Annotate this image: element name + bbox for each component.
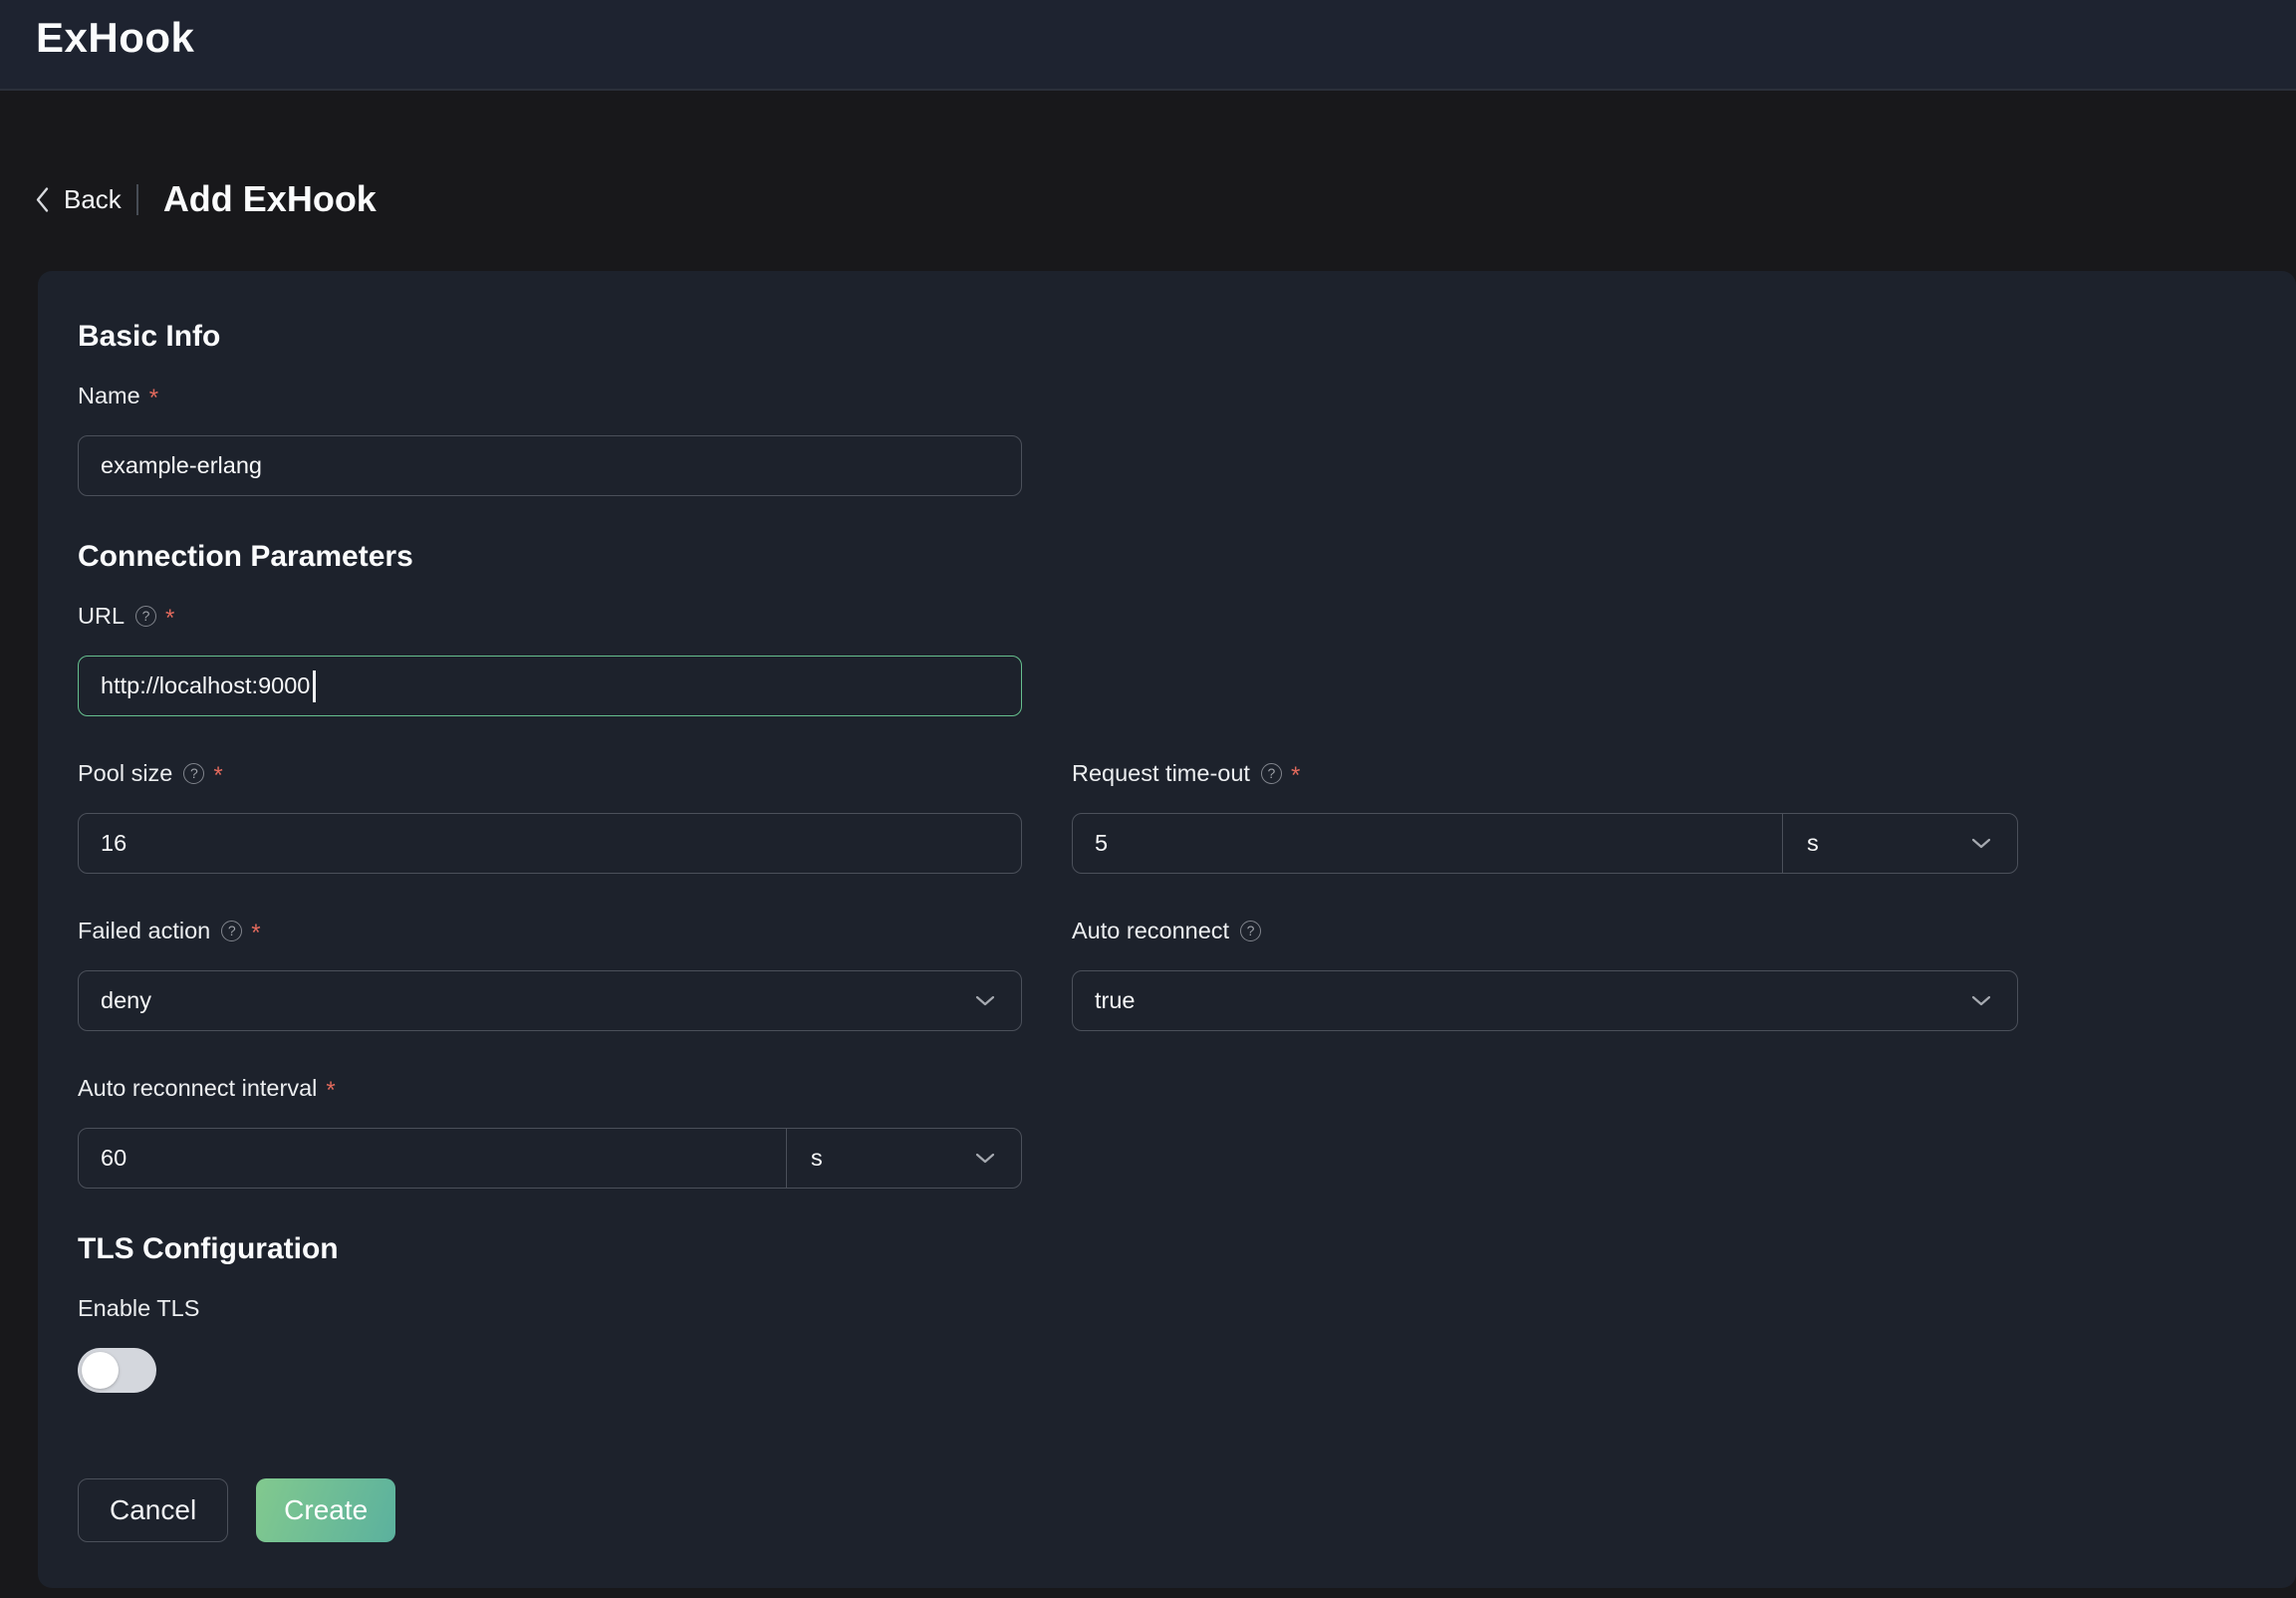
form-title: Add ExHook [163, 178, 377, 220]
help-glyph: ? [1268, 766, 1276, 780]
section-connection-parameters: Connection Parameters [78, 539, 2256, 574]
request-timeout-input-group: 5 s [1072, 813, 2018, 874]
required-asterisk: * [213, 758, 222, 788]
field-url: URL ? * http://localhost:9000 [78, 602, 2256, 716]
chevron-down-icon [975, 995, 995, 1006]
auto-reconnect-interval-value: 60 [101, 1145, 127, 1172]
form-actions: Cancel Create [78, 1478, 2256, 1542]
failed-action-select[interactable]: deny [78, 970, 1022, 1031]
toggle-knob [82, 1352, 119, 1389]
enable-tls-toggle[interactable] [78, 1348, 156, 1393]
back-label: Back [64, 184, 122, 215]
enable-tls-label: Enable TLS [78, 1295, 199, 1322]
auto-reconnect-interval-unit-value: s [811, 1145, 823, 1172]
url-label: URL [78, 603, 125, 630]
help-icon[interactable]: ? [1240, 921, 1261, 941]
page-title: ExHook [36, 14, 194, 62]
chevron-down-icon [975, 1153, 995, 1164]
chevron-down-icon [1971, 995, 1991, 1006]
help-glyph: ? [142, 609, 150, 623]
help-glyph: ? [1247, 924, 1255, 937]
chevron-left-icon [34, 185, 51, 214]
breadcrumb: Back Add ExHook [34, 175, 2296, 223]
name-input[interactable]: example-erlang [78, 435, 1022, 496]
request-timeout-input[interactable]: 5 [1073, 814, 1783, 873]
failed-action-value: deny [101, 987, 151, 1014]
auto-reconnect-interval-input[interactable]: 60 [79, 1129, 787, 1188]
help-glyph: ? [190, 766, 198, 780]
add-exhook-form-card: Basic Info Name * example-erlang Connect… [38, 271, 2296, 1588]
cancel-button[interactable]: Cancel [78, 1478, 228, 1542]
auto-reconnect-label: Auto reconnect [1072, 918, 1229, 944]
help-icon[interactable]: ? [221, 921, 242, 941]
field-name: Name * example-erlang [78, 382, 2256, 496]
field-failed-action: Failed action ? * deny [78, 917, 1022, 1031]
auto-reconnect-value: true [1095, 987, 1136, 1014]
url-input[interactable]: http://localhost:9000 [78, 656, 1022, 716]
name-label: Name [78, 383, 140, 409]
required-asterisk: * [165, 601, 174, 631]
request-timeout-label: Request time-out [1072, 760, 1250, 787]
required-asterisk: * [251, 916, 260, 945]
auto-reconnect-interval-input-group: 60 s [78, 1128, 1022, 1189]
help-icon[interactable]: ? [183, 763, 204, 784]
required-asterisk: * [326, 1073, 335, 1103]
create-button[interactable]: Create [256, 1478, 395, 1542]
request-timeout-unit-value: s [1807, 830, 1819, 857]
field-auto-reconnect: Auto reconnect ? true [1072, 917, 2018, 1031]
request-timeout-value: 5 [1095, 830, 1108, 857]
app-header: ExHook [0, 0, 2296, 91]
chevron-down-icon [1971, 838, 1991, 849]
field-request-timeout: Request time-out ? * 5 s [1072, 759, 2018, 874]
auto-reconnect-interval-label: Auto reconnect interval [78, 1075, 317, 1102]
back-button[interactable]: Back [34, 184, 122, 215]
url-input-value: http://localhost:9000 [101, 672, 310, 699]
auto-reconnect-interval-unit-select[interactable]: s [787, 1129, 1021, 1188]
required-asterisk: * [149, 381, 158, 410]
field-auto-reconnect-interval: Auto reconnect interval * 60 s [78, 1074, 2256, 1189]
field-enable-tls: Enable TLS [78, 1294, 2256, 1393]
field-pool-size: Pool size ? * 16 [78, 759, 1022, 874]
pool-size-input[interactable]: 16 [78, 813, 1022, 874]
auto-reconnect-select[interactable]: true [1072, 970, 2018, 1031]
pool-size-label: Pool size [78, 760, 172, 787]
help-glyph: ? [228, 924, 236, 937]
pool-size-input-value: 16 [101, 830, 127, 857]
name-input-value: example-erlang [101, 452, 262, 479]
breadcrumb-divider [136, 184, 138, 215]
request-timeout-unit-select[interactable]: s [1783, 814, 2017, 873]
help-icon[interactable]: ? [1261, 763, 1282, 784]
section-tls-configuration: TLS Configuration [78, 1231, 2256, 1266]
failed-action-label: Failed action [78, 918, 210, 944]
text-cursor [313, 670, 316, 702]
help-icon[interactable]: ? [135, 606, 156, 627]
required-asterisk: * [1291, 758, 1300, 788]
section-basic-info: Basic Info [78, 319, 2256, 354]
